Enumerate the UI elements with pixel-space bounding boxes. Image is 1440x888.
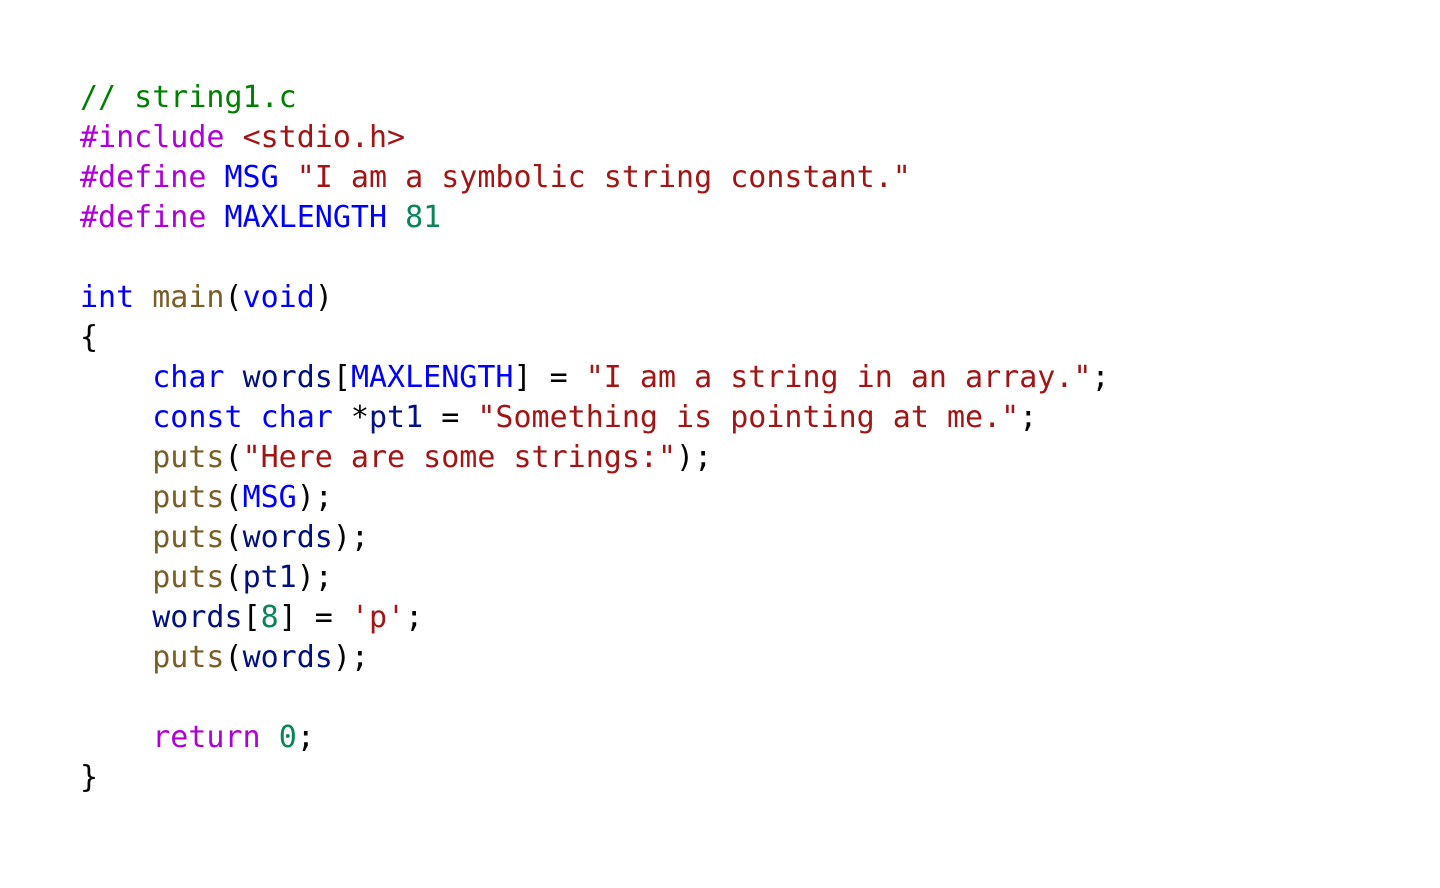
code-token-macro: MSG (224, 160, 279, 195)
code-token-punct: ); (296, 480, 333, 515)
code-token-punct: ( (224, 440, 243, 475)
code-token-punct: ( (224, 480, 243, 515)
code-token-punct: ; (1019, 400, 1038, 435)
code-token-punct: [ (332, 360, 351, 395)
code-token-macro: MAXLENGTH (224, 200, 388, 235)
code-line: } (80, 758, 1420, 798)
code-token-keyword: int (80, 280, 135, 315)
code-token-punct: ); (676, 440, 713, 475)
code-token-punct: ; (405, 600, 424, 635)
code-line: puts(words); (80, 638, 1420, 678)
code-token-string: "Here are some strings:" (242, 440, 677, 475)
code-token-func: puts (152, 440, 225, 475)
code-token-control: return (152, 720, 261, 755)
code-token-comment: // string1.c (80, 80, 297, 115)
code-token-var: words (242, 360, 333, 395)
code-token-punct: ; (296, 720, 315, 755)
code-token-number: 81 (405, 200, 442, 235)
code-line: puts(words); (80, 518, 1420, 558)
code-token-punct: ] = (278, 600, 351, 635)
code-token-var: words (242, 640, 333, 675)
code-token-punct (206, 200, 224, 235)
code-token-var: pt1 (242, 560, 297, 595)
code-token-punct: { (80, 320, 99, 355)
code-line: #define MSG "I am a symbolic string cons… (80, 158, 1420, 198)
code-line: words[8] = 'p'; (80, 598, 1420, 638)
code-token-punct: ( (224, 520, 243, 555)
code-token-punct: = (423, 400, 478, 435)
code-token-punct: [ (242, 600, 261, 635)
code-token-punct (225, 360, 243, 395)
code-token-punct (279, 160, 297, 195)
code-token-punct: ( (224, 280, 243, 315)
code-token-func: puts (152, 640, 225, 675)
code-token-punct (134, 280, 152, 315)
code-token-punct (80, 600, 152, 635)
code-token-func: puts (152, 480, 225, 515)
code-token-punct: ; (1091, 360, 1110, 395)
code-token-punct (80, 400, 152, 435)
code-token-preproc: #define (80, 200, 207, 235)
code-token-func: puts (152, 520, 225, 555)
code-line: puts("Here are some strings:"); (80, 438, 1420, 478)
code-token-punct (80, 480, 152, 515)
code-token-string: "I am a string in an array." (585, 360, 1092, 395)
code-token-punct (243, 400, 261, 435)
code-token-macro: MSG (242, 480, 297, 515)
code-line: puts(MSG); (80, 478, 1420, 518)
code-token-string: 'p' (350, 600, 406, 635)
code-token-string: "I am a symbolic string constant." (296, 160, 911, 195)
code-token-punct (80, 560, 152, 595)
code-token-punct (261, 720, 279, 755)
code-token-punct: ) (314, 280, 333, 315)
code-token-macro: MAXLENGTH (350, 360, 514, 395)
code-token-header: <stdio.h> (242, 120, 406, 155)
code-editor[interactable]: // string1.c #include <stdio.h> #define MS… (80, 78, 1420, 798)
code-token-punct: ( (224, 640, 243, 675)
code-token-punct: * (332, 400, 369, 435)
code-token-preproc: #include (80, 120, 225, 155)
code-token-var: pt1 (369, 400, 424, 435)
code-token-func: main (152, 280, 225, 315)
code-line: char words[MAXLENGTH] = "I am a string i… (80, 358, 1420, 398)
code-line: return 0; (80, 718, 1420, 758)
code-line: const char *pt1 = "Something is pointing… (80, 398, 1420, 438)
code-line: int main(void) (80, 278, 1420, 318)
code-token-var: words (152, 600, 243, 635)
code-token-keyword: char (152, 360, 225, 395)
code-line: #include <stdio.h> (80, 118, 1420, 158)
code-line: puts(pt1); (80, 558, 1420, 598)
code-line: // string1.c (80, 78, 1420, 118)
code-token-var: words (242, 520, 333, 555)
code-token-punct: ( (224, 560, 243, 595)
code-token-number: 8 (260, 600, 279, 635)
code-token-punct (80, 640, 152, 675)
code-token-preproc: #define (80, 160, 207, 195)
code-token-punct (225, 120, 243, 155)
code-line: #define MAXLENGTH 81 (80, 198, 1420, 238)
code-token-punct (206, 160, 224, 195)
code-token-punct (80, 520, 152, 555)
code-token-string: "Something is pointing at me." (477, 400, 1020, 435)
code-token-punct: } (80, 760, 99, 795)
code-token-punct: ); (332, 520, 369, 555)
code-token-keyword: void (242, 280, 315, 315)
code-token-punct: ); (296, 560, 333, 595)
code-token-punct (80, 720, 152, 755)
code-token-punct (80, 360, 152, 395)
code-token-keyword: char (260, 400, 333, 435)
code-token-number: 0 (278, 720, 297, 755)
code-token-punct (387, 200, 405, 235)
code-line: { (80, 318, 1420, 358)
code-token-func: puts (152, 560, 225, 595)
code-token-keyword: const (152, 400, 243, 435)
code-token-punct: ); (332, 640, 369, 675)
code-token-punct (80, 440, 152, 475)
code-token-punct: ] = (513, 360, 586, 395)
